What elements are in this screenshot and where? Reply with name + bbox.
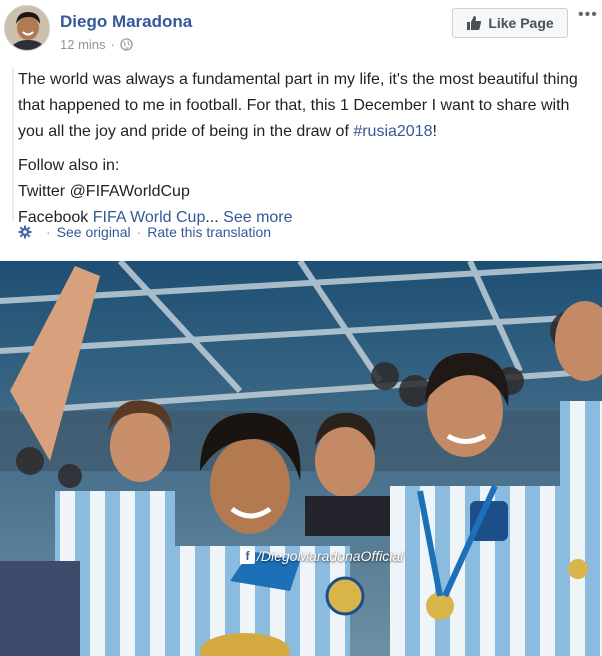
like-page-button[interactable]: Like Page [452, 8, 568, 38]
see-original-link[interactable]: See original [57, 224, 131, 240]
gear-icon[interactable] [18, 225, 32, 239]
meta-separator: · [110, 37, 115, 52]
follow-label: Follow also in: [18, 157, 120, 174]
more-options-button[interactable]: ••• [578, 6, 598, 24]
photo-watermark: f /DiegoMaradonaOfficial [240, 548, 403, 564]
thumbs-up-icon [467, 16, 482, 30]
post-time[interactable]: 12 mins [60, 37, 106, 52]
avatar[interactable] [4, 5, 50, 51]
author-name[interactable]: Diego Maradona [60, 12, 192, 32]
watermark-text: /DiegoMaradonaOfficial [257, 548, 404, 564]
quote-bar [12, 68, 14, 221]
post-paragraph: The world was always a fundamental part … [18, 67, 593, 145]
post-header: Diego Maradona 12 mins · Like Page ••• [0, 0, 602, 60]
translation-bar: · See original · Rate this translation [18, 224, 271, 240]
hashtag-link[interactable]: #rusia2018 [353, 123, 432, 140]
post-meta: 12 mins · [60, 37, 133, 52]
facebook-icon: f [240, 548, 255, 564]
post-text: The world was always a fundamental part … [18, 67, 593, 231]
like-page-label: Like Page [488, 15, 554, 31]
avatar-image [5, 6, 49, 50]
post-photo[interactable]: f /DiegoMaradonaOfficial [0, 261, 602, 656]
post-main-text: The world was always a fundamental part … [18, 71, 578, 140]
photo-illustration [0, 261, 602, 656]
separator-dot: · [46, 224, 51, 240]
post-main-text-end: ! [432, 123, 437, 140]
translation-separator: · [136, 224, 142, 240]
rate-translation-link[interactable]: Rate this translation [147, 224, 271, 240]
twitter-line: Twitter @FIFAWorldCup [18, 183, 190, 200]
globe-icon[interactable] [120, 38, 133, 51]
